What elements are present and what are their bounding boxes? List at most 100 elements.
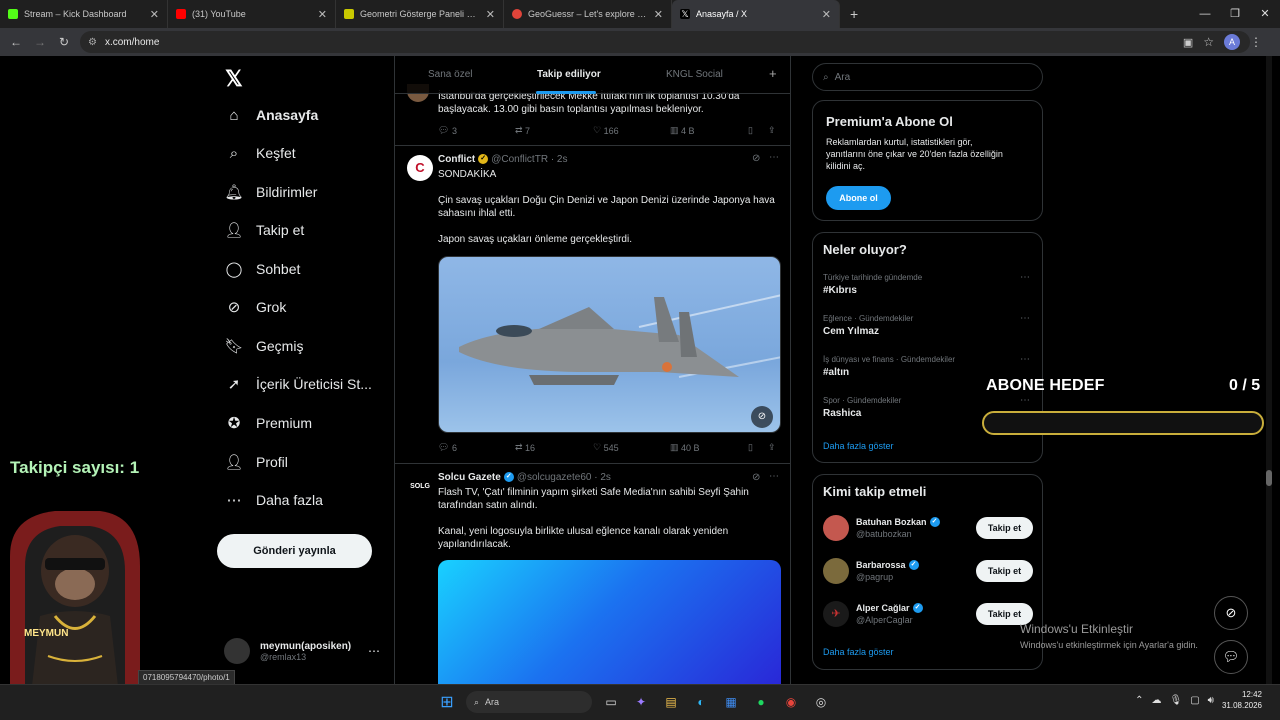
sidebar-item-chat[interactable]: ◯ Sohbet <box>224 253 301 285</box>
bookmark-icon[interactable]: ▯ <box>748 442 753 453</box>
profile-avatar[interactable]: A <box>1224 34 1240 50</box>
more-icon[interactable]: ⋯ <box>1020 354 1030 365</box>
clock[interactable]: 12:42 31.08.2026 <box>1222 689 1262 711</box>
chevron-up-icon[interactable]: ⌃ <box>1135 695 1143 706</box>
page-scrollbar[interactable] <box>1266 56 1272 684</box>
maximize-icon[interactable]: ❐ <box>1220 0 1250 28</box>
sidebar-item-premium[interactable]: ✪ Premium <box>224 407 312 439</box>
author-handle[interactable]: @solcugazete60 · 2s <box>517 472 611 483</box>
conflict-avatar[interactable]: C <box>407 155 433 181</box>
tab-kngl-social[interactable]: KNGL Social <box>666 69 723 80</box>
like-button[interactable]: ♡ 166 <box>593 125 619 136</box>
trend-item[interactable]: Spor · Gündemdekiler Rashica <box>823 396 901 419</box>
more-icon[interactable]: ⋯ <box>1020 313 1030 324</box>
close-icon[interactable]: ✕ <box>654 8 663 21</box>
reply-button[interactable]: 💬︎ 3 <box>438 125 457 136</box>
sidebar-item-home[interactable]: ⌂ Anasayfa <box>224 99 318 131</box>
cloud-icon[interactable]: ☁ <box>1151 695 1161 706</box>
volume-icon[interactable]: 🔊︎ <box>1208 695 1214 706</box>
site-info-icon[interactable]: ⚙ <box>88 37 97 48</box>
sidebar-item-more[interactable]: ⋯ Daha fazla <box>224 484 323 516</box>
sidebar-item-profile[interactable]: 👤︎ Profil <box>224 446 287 478</box>
grok-image-icon[interactable]: ⊘ <box>751 406 773 428</box>
edge-icon[interactable]: ◐ <box>690 691 712 713</box>
minimize-icon[interactable]: — <box>1190 0 1220 28</box>
tab-x-home[interactable]: 𝕏 Anasayfa / X ✕ <box>672 0 840 28</box>
tab-geoguessr[interactable]: GeoGuessr – Let's explore the w ✕ <box>504 0 672 28</box>
windows-start-icon[interactable]: ⊞ <box>436 691 458 713</box>
bookmark-icon[interactable]: ▯ <box>748 125 753 136</box>
tab-for-you[interactable]: Sana özel <box>428 69 472 80</box>
add-tab-icon[interactable]: + <box>769 66 777 81</box>
reply-button[interactable]: 💬︎ 6 <box>438 442 457 453</box>
tab-following[interactable]: Takip ediliyor <box>537 69 601 80</box>
more-icon[interactable]: ⋯ <box>769 471 779 482</box>
spotify-icon[interactable]: ● <box>750 691 772 713</box>
menu-dots-icon[interactable]: ⋮ <box>1250 35 1262 49</box>
more-icon[interactable]: ⋯ <box>769 152 779 163</box>
views-button[interactable]: ▥ 40 B <box>670 442 700 453</box>
share-icon[interactable]: ⇪ <box>768 125 776 136</box>
search-input[interactable]: ⌕ Ara <box>812 63 1043 91</box>
file-explorer-icon[interactable]: ▤ <box>660 691 682 713</box>
more-icon[interactable]: ⋯ <box>1020 395 1030 406</box>
share-icon[interactable]: ⇪ <box>768 442 776 453</box>
solcu-gazete-avatar[interactable]: SOLG <box>407 474 433 500</box>
chrome-icon[interactable]: ◉ <box>780 691 802 713</box>
trend-item[interactable]: Türkiye tarihinde gündemde #Kıbrıs <box>823 273 922 296</box>
trend-item[interactable]: Eğlence · Gündemdekiler Cem Yılmaz <box>823 314 913 337</box>
account-switcher[interactable]: meymun(aposiken) @remlax13 <box>224 638 351 664</box>
show-more-link[interactable]: Daha fazla göster <box>823 441 894 451</box>
messages-float-button[interactable]: 💬︎ <box>1214 640 1248 674</box>
scrollbar-thumb[interactable] <box>1266 470 1272 486</box>
tweet-photo[interactable]: ⊘ <box>438 256 781 433</box>
new-tab-button[interactable]: + <box>850 6 858 22</box>
x-logo-icon[interactable]: 𝕏 <box>225 66 243 92</box>
author-handle[interactable]: @ConflictTR · 2s <box>491 154 567 165</box>
grok-icon[interactable]: ⊘ <box>752 153 760 164</box>
grok-float-button[interactable]: ⊘ <box>1214 596 1248 630</box>
reload-icon[interactable]: ↻ <box>52 35 76 49</box>
copilot-icon[interactable]: ✦ <box>630 691 652 713</box>
trend-item[interactable]: İş dünyası ve finans · Gündemdekiler #al… <box>823 355 955 378</box>
post-button[interactable]: Gönderi yayınla <box>217 534 372 568</box>
sidebar-item-grok[interactable]: ⊘ Grok <box>224 291 287 323</box>
tab-kick[interactable]: Stream – Kick Dashboard ✕ <box>0 0 168 28</box>
sidebar-item-follow[interactable]: 👤︎ Takip et <box>224 214 304 246</box>
back-icon[interactable]: ← <box>4 35 28 49</box>
more-icon[interactable]: ⋯ <box>1020 272 1030 283</box>
task-view-icon[interactable]: ▭ <box>600 691 622 713</box>
tab-geometri[interactable]: Geometri Gösterge Paneli Lite ✕ <box>336 0 504 28</box>
author-name[interactable]: Solcu Gazete <box>438 472 501 483</box>
obs-icon[interactable]: ◎ <box>810 691 832 713</box>
retweet-button[interactable]: ⇄ 7 <box>515 125 530 136</box>
forward-icon[interactable]: → <box>28 35 52 49</box>
cast-icon[interactable]: ▣ <box>1183 36 1193 49</box>
close-icon[interactable]: ✕ <box>318 8 327 21</box>
more-icon[interactable]: ⋯ <box>368 644 380 658</box>
tab-youtube[interactable]: (31) YouTube ✕ <box>168 0 336 28</box>
url-field[interactable]: ⚙ x.com/home <box>80 31 1250 53</box>
follow-button[interactable]: Takip et <box>976 560 1033 582</box>
sidebar-item-notifications[interactable]: 🔔︎ Bildirimler <box>224 176 317 208</box>
close-window-icon[interactable]: ✕ <box>1250 0 1280 28</box>
tweet-photo[interactable] <box>438 560 781 684</box>
store-icon[interactable]: ▦ <box>720 691 742 713</box>
follow-button[interactable]: Takip et <box>976 517 1033 539</box>
sidebar-item-history[interactable]: 🔖︎ Geçmiş <box>224 330 303 362</box>
grok-icon[interactable]: ⊘ <box>752 472 760 483</box>
author-name[interactable]: Conflict <box>438 154 475 165</box>
retweet-button[interactable]: ⇄ 16 <box>515 442 535 453</box>
bookmark-star-icon[interactable]: ☆ <box>1203 35 1214 49</box>
display-icon[interactable]: ▢ <box>1190 695 1199 706</box>
taskbar-search[interactable]: ⌕ Ara <box>466 691 592 713</box>
close-icon[interactable]: ✕ <box>150 8 159 21</box>
views-button[interactable]: ▥ 4 B <box>670 125 695 136</box>
microphone-icon[interactable]: 🎙︎ <box>1169 695 1182 706</box>
sidebar-item-explore[interactable]: ⌕ Keşfet <box>224 137 296 169</box>
close-icon[interactable]: ✕ <box>486 8 495 21</box>
like-button[interactable]: ♡ 545 <box>593 442 619 453</box>
sidebar-item-creator-studio[interactable]: ➚ İçerik Üreticisi St... <box>224 368 372 400</box>
show-more-link[interactable]: Daha fazla göster <box>823 647 894 657</box>
close-icon[interactable]: ✕ <box>822 8 831 21</box>
